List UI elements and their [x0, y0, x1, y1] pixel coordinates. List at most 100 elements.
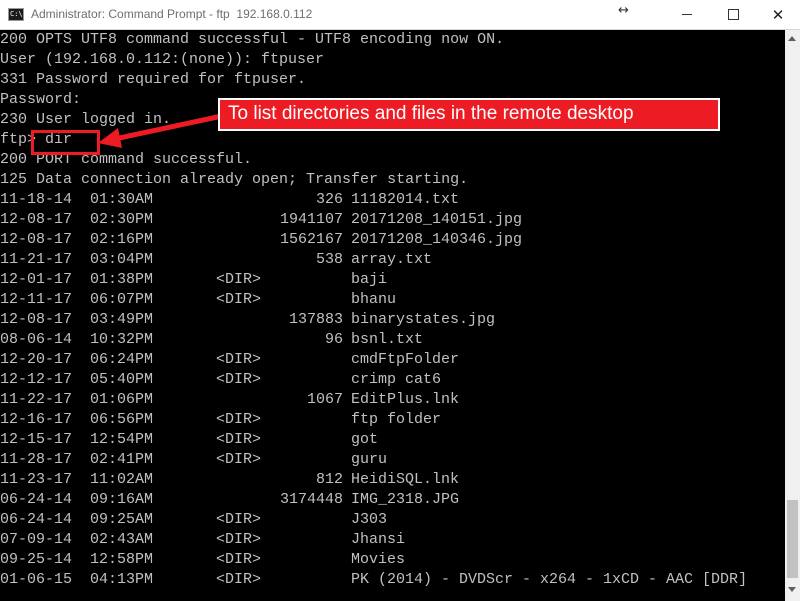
listing-time: 02:41PM	[90, 451, 154, 468]
listing-name: guru	[351, 451, 388, 468]
title-bar: C:\ Administrator: Command Prompt - ftp …	[0, 0, 800, 30]
listing-date: 12-08-17	[0, 231, 73, 248]
listing-date: 12-08-17	[0, 211, 73, 228]
listing-time: 03:04PM	[90, 251, 154, 268]
listing-date: 12-08-17	[0, 311, 73, 328]
listing-name: EditPlus.lnk	[351, 391, 460, 408]
listing-size: 1067	[306, 391, 343, 408]
listing-time: 05:40PM	[90, 371, 154, 388]
listing-name: binarystates.jpg	[351, 311, 496, 328]
listing-time: 02:30PM	[90, 211, 154, 228]
listing-name: cmdFtpFolder	[351, 351, 460, 368]
listing-date: 11-28-17	[0, 451, 73, 468]
listing-date: 11-23-17	[0, 471, 73, 488]
scroll-down-arrow-icon[interactable]	[788, 587, 796, 592]
listing-time: 10:32PM	[90, 331, 154, 348]
listing-size: 3174448	[279, 491, 343, 508]
listing-name: array.txt	[351, 251, 433, 268]
listing-dir-tag: <DIR>	[216, 531, 262, 548]
listing-name: got	[351, 431, 379, 448]
listing-date: 12-12-17	[0, 371, 73, 388]
listing-date: 06-24-14	[0, 511, 73, 528]
listing-date: 12-15-17	[0, 431, 73, 448]
listing-dir-tag: <DIR>	[216, 451, 262, 468]
listing-name: bsnl.txt	[351, 331, 424, 348]
close-button[interactable]: ✕	[756, 0, 800, 29]
annotation-text: To list directories and files in the rem…	[228, 103, 634, 124]
listing-date: 12-01-17	[0, 271, 73, 288]
listing-date: 11-22-17	[0, 391, 73, 408]
listing-name: Jhansi	[351, 531, 406, 548]
listing-dir-tag: <DIR>	[216, 511, 262, 528]
listing-dir-tag: <DIR>	[216, 571, 262, 588]
listing-time: 12:58PM	[90, 551, 154, 568]
listing-name: Movies	[351, 551, 406, 568]
resize-cursor-icon: ↔	[618, 3, 629, 18]
listing-time: 09:25AM	[90, 511, 154, 528]
listing-date: 12-11-17	[0, 291, 73, 308]
listing-date: 11-18-14	[0, 191, 73, 208]
listing-size: 96	[324, 331, 343, 348]
minimize-button[interactable]	[664, 0, 710, 29]
console-line: 331 Password required for ftpuser.	[0, 71, 307, 88]
listing-name: 20171208_140346.jpg	[351, 231, 523, 248]
scrollbar-thumb[interactable]	[787, 500, 798, 578]
close-icon: ✕	[771, 6, 785, 24]
listing-date: 07-09-14	[0, 531, 73, 548]
listing-name: J303	[351, 511, 388, 528]
listing-dir-tag: <DIR>	[216, 411, 262, 428]
console-line: User (192.168.0.112:(none)): ftpuser	[0, 51, 325, 68]
listing-date: 12-16-17	[0, 411, 73, 428]
listing-size: 812	[315, 471, 343, 488]
listing-date: 09-25-14	[0, 551, 73, 568]
listing-time: 06:56PM	[90, 411, 154, 428]
listing-dir-tag: <DIR>	[216, 271, 262, 288]
listing-time: 11:02AM	[90, 471, 154, 488]
listing-date: 12-20-17	[0, 351, 73, 368]
window-title: Administrator: Command Prompt - ftp 192.…	[31, 7, 313, 21]
console-line: 230 User logged in.	[0, 111, 172, 128]
listing-time: 12:54PM	[90, 431, 154, 448]
console-line: 200 OPTS UTF8 command successful - UTF8 …	[0, 31, 505, 48]
listing-name: IMG_2318.JPG	[351, 491, 460, 508]
listing-name: HeidiSQL.lnk	[351, 471, 460, 488]
listing-time: 02:16PM	[90, 231, 154, 248]
listing-time: 02:43AM	[90, 531, 154, 548]
listing-dir-tag: <DIR>	[216, 431, 262, 448]
listing-time: 01:06PM	[90, 391, 154, 408]
listing-name: PK (2014) - DVDScr - x264 - 1xCD - AAC […	[351, 571, 748, 588]
listing-name: 20171208_140151.jpg	[351, 211, 523, 228]
listing-date: 06-24-14	[0, 491, 73, 508]
maximize-icon	[728, 9, 739, 20]
annotation-callout: To list directories and files in the rem…	[218, 98, 720, 131]
console-line: Password:	[0, 91, 82, 108]
listing-time: 04:13PM	[90, 571, 154, 588]
listing-name: ftp folder	[351, 411, 442, 428]
listing-name: 11182014.txt	[351, 191, 460, 208]
listing-date: 08-06-14	[0, 331, 73, 348]
listing-time: 01:30AM	[90, 191, 154, 208]
listing-time: 09:16AM	[90, 491, 154, 508]
listing-size: 1941107	[279, 211, 343, 228]
listing-time: 06:07PM	[90, 291, 154, 308]
listing-dir-tag: <DIR>	[216, 291, 262, 308]
listing-time: 01:38PM	[90, 271, 154, 288]
listing-time: 06:24PM	[90, 351, 154, 368]
listing-dir-tag: <DIR>	[216, 551, 262, 568]
listing-date: 11-21-17	[0, 251, 73, 268]
command-highlight-box	[31, 130, 100, 155]
listing-date: 01-06-15	[0, 571, 73, 588]
listing-time: 03:49PM	[90, 311, 154, 328]
listing-size: 326	[315, 191, 343, 208]
maximize-button[interactable]	[710, 0, 756, 29]
listing-name: crimp cat6	[351, 371, 442, 388]
listing-size: 1562167	[279, 231, 343, 248]
scroll-up-arrow-icon[interactable]	[788, 36, 796, 41]
cmd-app-icon[interactable]: C:\	[8, 8, 24, 21]
listing-dir-tag: <DIR>	[216, 351, 262, 368]
listing-size: 538	[315, 251, 343, 268]
vertical-scrollbar[interactable]	[785, 30, 800, 601]
listing-name: baji	[351, 271, 388, 288]
minimize-icon	[682, 14, 692, 15]
listing-dir-tag: <DIR>	[216, 371, 262, 388]
